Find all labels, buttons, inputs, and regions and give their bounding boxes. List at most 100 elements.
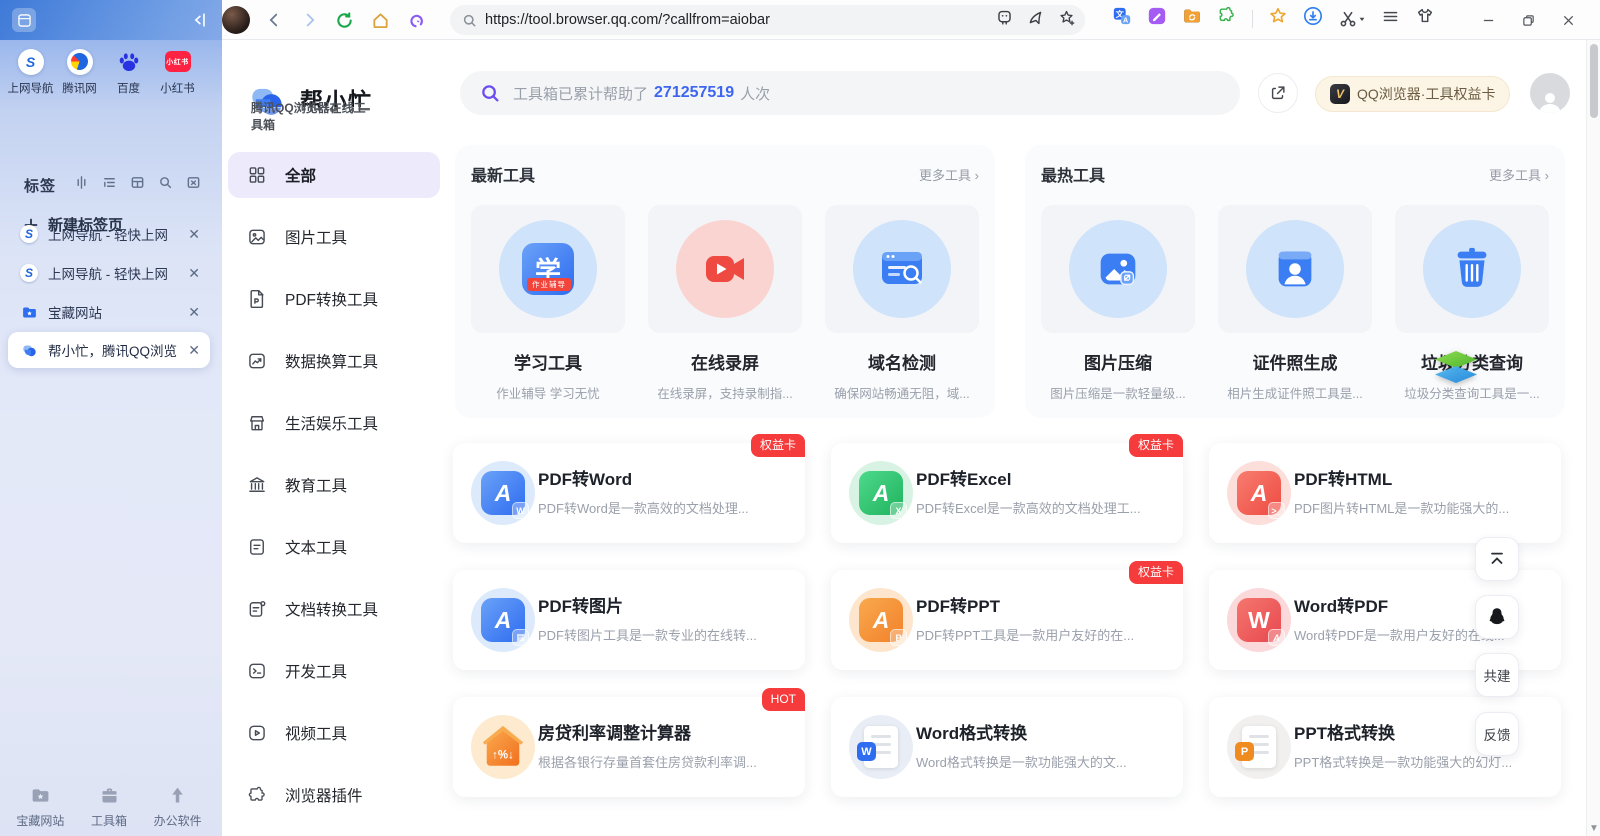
extensions-puzzle-icon[interactable] [1217,6,1237,31]
floating-layers-widget[interactable] [1432,350,1480,397]
garbage-sort-icon [1446,243,1498,295]
tab-item[interactable]: S 上网导航 - 轻快上网 ✕ [8,217,210,251]
more-tools-link[interactable]: 更多工具 › [1489,165,1549,184]
account-avatar[interactable] [1530,73,1570,113]
tool-card-pdf-to-ppt[interactable]: 权益卡 AP PDF转PPT PDF转PPT工具是一款用户友好的在... [831,570,1183,670]
scrollbar-down-arrow[interactable]: ▼ [1587,823,1600,834]
sort-list-icon[interactable] [102,175,117,195]
address-bar[interactable]: https://tool.browser.qq.com/?callfrom=ai… [450,5,1085,35]
notes-extension-icon[interactable] [1147,6,1167,31]
dock-office-software[interactable]: 办公软件 [143,785,212,829]
tool-card-pdf-to-image[interactable]: A▦ PDF转图片 PDF转图片工具是一款专业的在线转... [453,570,805,670]
url-text[interactable]: https://tool.browser.qq.com/?callfrom=ai… [485,12,988,28]
back-button[interactable] [260,6,288,34]
text-file-icon [247,537,267,557]
tab-item[interactable]: S 上网导航 - 轻快上网 ✕ [8,256,210,290]
reader-mode-icon[interactable] [996,9,1013,31]
user-avatar[interactable] [222,6,250,34]
tool-card-pdf-to-excel[interactable]: 权益卡 AX PDF转Excel PDF转Excel是一款高效的文档处理工... [831,443,1183,543]
nav-dev-tools[interactable]: 开发工具 [228,648,440,694]
translate-extension-icon[interactable]: 文A [1112,6,1132,31]
nav-image-tools[interactable]: 图片工具 [228,214,440,260]
screenshot-scissors-icon[interactable] [1338,9,1366,29]
nav-doc-convert-tools[interactable]: 文档转换工具 [228,586,440,632]
home-button[interactable] [366,6,394,34]
nav-video-tools[interactable]: 视频工具 [228,710,440,756]
refresh-button[interactable] [330,6,358,34]
nav-text-tools[interactable]: 文本工具 [228,524,440,570]
tool-card-pdf-to-word[interactable]: 权益卡 AW PDF转Word PDF转Word是一款高效的文档处理... [453,443,805,543]
tool-page: 帮小忙 腾讯QQ浏览器在线工具箱 工具箱已累计帮助了 271257519 人次 … [222,40,1600,836]
nav-pdf-tools[interactable]: PDF转换工具 [228,276,440,322]
co-build-button[interactable]: 共建 [1475,653,1519,697]
mini-card-domain-check[interactable]: 域名检测 确保网站畅通无阻，域... [825,205,979,402]
scrollbar-thumb[interactable] [1590,44,1598,118]
tab-close-icon[interactable]: ✕ [188,265,200,282]
undo-close-button[interactable] [402,6,430,34]
mini-card-study-tools[interactable]: 学作业辅导 学习工具 作业辅导 学习无忧 [471,205,625,402]
bangxiaomang-favicon [20,341,38,359]
collapse-sidebar-icon[interactable] [188,9,210,31]
nav-all[interactable]: 全部 [228,152,440,198]
mini-card-id-photo[interactable]: 证件照生成 相片生成证件照工具是... [1218,205,1372,402]
menu-icon[interactable] [1381,7,1400,31]
tool-card-word-format-convert[interactable]: W Word格式转换 Word格式转换是一款功能强大的文... [831,697,1183,797]
minimize-button[interactable] [1468,0,1508,40]
hot-badge: HOT [762,688,805,711]
search-placeholder-suffix: 人次 [740,83,770,104]
nav-data-tools[interactable]: 数据换算工具 [228,338,440,384]
close-button[interactable] [1548,0,1588,40]
bookmark-star-icon[interactable] [1058,9,1075,31]
quick-link-tencent[interactable]: 腾讯网 [55,48,104,96]
quick-link-baidu[interactable]: 百度 [104,48,153,96]
close-all-tabs-icon[interactable] [186,175,201,195]
benefit-card-button[interactable]: V QQ浏览器·工具权益卡 [1315,76,1510,112]
more-tools-link[interactable]: 更多工具 › [919,165,979,184]
nav-education-tools[interactable]: 教育工具 [228,462,440,508]
tab-close-icon[interactable]: ✕ [188,226,200,243]
qq-contact-button[interactable] [1475,595,1519,639]
forward-button[interactable] [296,6,324,34]
restore-button[interactable] [1508,0,1548,40]
folder-sync-extension-icon[interactable] [1182,6,1202,31]
page-scrollbar[interactable]: ▼ [1586,40,1600,836]
tool-search-input[interactable]: 工具箱已累计帮助了 271257519 人次 [460,71,1240,115]
feedback-button[interactable]: 反馈 [1475,712,1519,756]
tab-close-icon[interactable]: ✕ [188,342,200,359]
search-tabs-icon[interactable] [158,175,173,195]
browser-toolbar: https://tool.browser.qq.com/?callfrom=ai… [0,0,1600,40]
quick-link-xiaohongshu[interactable]: 小红书 小红书 [153,48,202,96]
category-nav: 全部 图片工具 PDF转换工具 数据换算工具 生活娱乐工具 教育工具 [228,152,440,818]
tool-card-pdf-to-html[interactable]: A>_ PDF转HTML PDF图片转HTML是一款功能强大的... [1209,443,1561,543]
back-to-top-button[interactable] [1475,537,1519,581]
mini-card-image-compress[interactable]: 图片压缩 图片压缩是一款轻量级... [1041,205,1195,402]
theme-shirt-icon[interactable] [1415,6,1435,31]
favorites-star-icon[interactable] [1268,6,1288,31]
sidebar-dock: 宝藏网站 工具箱 办公软件 [6,785,212,829]
mini-card-screen-record[interactable]: 在线录屏 在线录屏，支持录制指... [648,205,802,402]
back-to-top-icon [1488,550,1506,568]
video-play-icon [247,723,267,743]
send-to-device-icon[interactable] [1027,9,1044,31]
share-button[interactable] [1258,73,1298,113]
app-window-icon[interactable] [12,8,36,32]
split-view-icon[interactable] [74,175,89,195]
dock-treasure-sites[interactable]: 宝藏网站 [6,785,75,829]
benefit-badge: 权益卡 [1129,561,1183,584]
download-icon[interactable] [1303,6,1323,31]
pdf-to-word-icon: AW [481,471,525,515]
qq-browser-window: https://tool.browser.qq.com/?callfrom=ai… [0,0,1600,836]
dock-toolbox[interactable]: 工具箱 [75,785,144,829]
nav-life-tools[interactable]: 生活娱乐工具 [228,400,440,446]
grid-view-icon[interactable] [130,175,145,195]
tab-item[interactable]: 宝藏网站 ✕ [8,295,210,329]
tab-item-active[interactable]: 帮小忙，腾讯QQ浏览 ✕ [8,332,210,368]
id-photo-icon [1269,243,1321,295]
tab-close-icon[interactable]: ✕ [188,304,200,321]
site-logo[interactable]: 帮小忙 腾讯QQ浏览器在线工具箱 [248,82,372,120]
tool-card-mortgage-calculator[interactable]: HOT ↑%↓ 房贷利率调整计算器 根据各银行存量首套住房贷款利率调... [453,697,805,797]
nav-browser-plugins[interactable]: 浏览器插件 [228,772,440,818]
quick-link-navigation[interactable]: S 上网导航 [6,48,55,96]
helped-count: 271257519 [654,84,734,102]
pdf-to-html-icon: A>_ [1237,471,1281,515]
